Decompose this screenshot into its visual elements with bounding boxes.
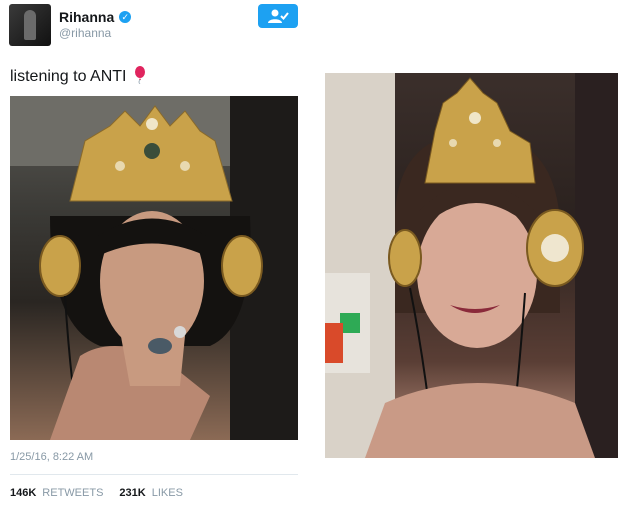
user-handle[interactable]: @rihanna xyxy=(59,26,111,40)
tweet-photo-illustration xyxy=(10,96,298,440)
stats-gap xyxy=(109,487,113,499)
tweet-timestamp[interactable]: 1/25/16, 8:22 AM xyxy=(10,451,93,463)
divider xyxy=(10,474,298,475)
follow-button[interactable] xyxy=(258,4,298,28)
retweets-label[interactable]: RETWEETS xyxy=(42,487,103,499)
likes-label[interactable]: LIKES xyxy=(152,487,183,499)
follow-user-icon xyxy=(268,9,289,23)
retweets-count[interactable]: 146K xyxy=(10,487,36,499)
tweet-text-content: listening to ANTI xyxy=(10,68,127,85)
display-name[interactable]: Rihanna xyxy=(59,9,114,25)
tweet-card: Rihanna ✓ @rihanna listening to ANTI 1/2… xyxy=(0,0,310,507)
balloon-icon xyxy=(134,66,145,84)
likes-count[interactable]: 231K xyxy=(119,487,145,499)
avatar-figure xyxy=(24,10,36,40)
comparison-photo xyxy=(325,73,618,458)
tweet-photo[interactable] xyxy=(10,96,298,440)
comparison-photo-illustration xyxy=(325,73,618,458)
author-name-row: Rihanna ✓ xyxy=(59,9,132,25)
tweet-stats: 146K RETWEETS 231K LIKES xyxy=(10,487,183,499)
avatar[interactable] xyxy=(9,4,51,46)
tweet-text: listening to ANTI xyxy=(10,66,146,86)
verified-badge-icon: ✓ xyxy=(119,11,132,23)
